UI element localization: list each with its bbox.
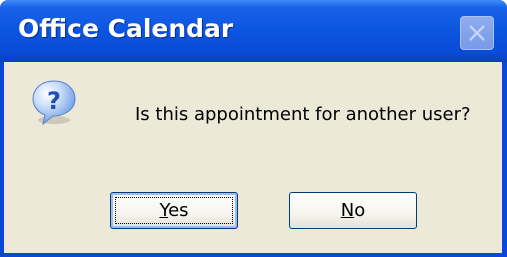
no-accelerator: N <box>340 200 355 221</box>
svg-text:?: ? <box>47 87 61 115</box>
dialog-body: ? Is this appointment for another user? … <box>4 62 502 253</box>
no-label-rest: o <box>354 200 366 221</box>
yes-accelerator: Y <box>159 200 169 221</box>
message-dialog: Office Calendar ? Is this appointment fo… <box>0 0 507 257</box>
title-bar[interactable]: Office Calendar <box>0 0 507 62</box>
yes-button[interactable]: Yes <box>110 192 238 229</box>
no-button[interactable]: No <box>289 192 417 229</box>
no-button-label: No <box>341 200 365 221</box>
close-icon <box>469 25 485 41</box>
yes-button-label: Yes <box>159 200 188 221</box>
close-button[interactable] <box>460 16 494 50</box>
question-icon: ? <box>32 80 76 126</box>
window-title: Office Calendar <box>18 14 234 43</box>
dialog-message: Is this appointment for another user? <box>135 104 471 125</box>
yes-label-rest: es <box>168 200 189 221</box>
